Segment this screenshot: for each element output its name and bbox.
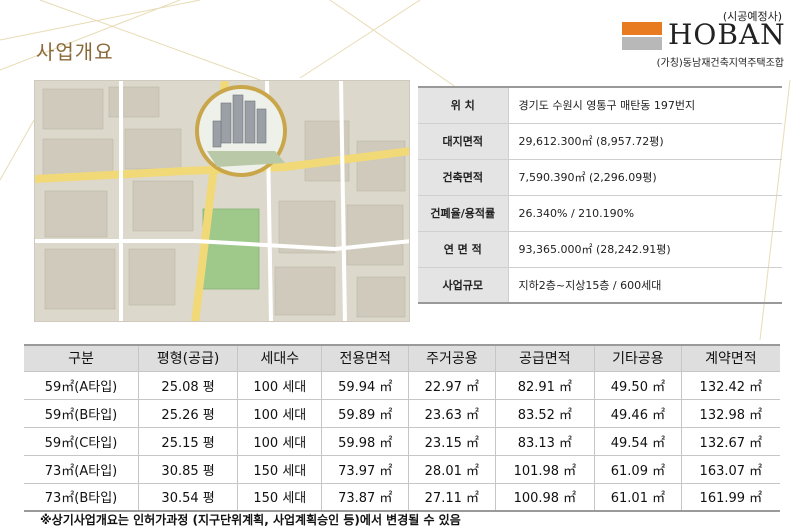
overview-row-location: 위 치 경기도 수원시 영통구 매탄동 197번지	[418, 86, 782, 124]
table-cell: 82.91 ㎡	[495, 371, 596, 400]
overview-value: 29,612.300㎡ (8,957.72평)	[508, 123, 782, 160]
table-cell: 25.26 평	[138, 399, 239, 428]
overview-value: 지하2층~지상15층 / 600세대	[508, 267, 782, 304]
table-cell: 73㎡(A타입)	[24, 455, 139, 484]
overview-row-project-scale: 사업규모 지하2층~지상15층 / 600세대	[418, 267, 782, 304]
overview-label: 연 면 적	[418, 231, 509, 268]
table-cell: 150 세대	[237, 455, 323, 484]
logo-mark-icon	[622, 22, 662, 50]
column-header: 공급면적	[495, 344, 596, 372]
table-cell: 23.63 ㎡	[408, 399, 496, 428]
table-cell: 132.42 ㎡	[681, 371, 780, 400]
page-title: 사업개요	[36, 40, 114, 64]
logo-wordmark: HOBAN	[668, 18, 786, 51]
overview-value: 7,590.390㎡ (2,296.09평)	[508, 159, 782, 196]
table-cell: 49.54 ㎡	[594, 427, 682, 456]
table-cell: 150 세대	[237, 483, 323, 512]
column-header: 계약면적	[681, 344, 780, 372]
table-header-row: 구분 평형(공급) 세대수 전용면적 주거공용 공급면적 기타공용 계약면적	[24, 344, 780, 372]
table-cell: 59㎡(B타입)	[24, 399, 139, 428]
table-cell: 100 세대	[237, 371, 323, 400]
table-row: 59㎡(A타입) 25.08 평 100 세대 59.94 ㎡ 22.97 ㎡ …	[24, 371, 780, 400]
table-cell: 73.87 ㎡	[321, 483, 410, 512]
map-image	[35, 81, 409, 321]
table-row: 73㎡(B타입) 30.54 평 150 세대 73.87 ㎡ 27.11 ㎡ …	[24, 483, 780, 512]
company-logo: (시공예정사) HOBAN (가칭)동남재건축지역주택조합	[616, 6, 788, 69]
table-cell: 59.94 ㎡	[321, 371, 410, 400]
table-cell: 25.08 평	[138, 371, 239, 400]
table-cell: 61.09 ㎡	[594, 455, 682, 484]
table-cell: 28.01 ㎡	[408, 455, 496, 484]
table-cell: 61.01 ㎡	[594, 483, 682, 512]
column-header: 주거공용	[408, 344, 496, 372]
table-cell: 59.98 ㎡	[321, 427, 410, 456]
table-cell: 59.89 ㎡	[321, 399, 410, 428]
table-cell: 23.15 ㎡	[408, 427, 496, 456]
column-header: 전용면적	[321, 344, 410, 372]
table-cell: 22.97 ㎡	[408, 371, 496, 400]
table-cell: 49.50 ㎡	[594, 371, 682, 400]
project-overview-table: 위 치 경기도 수원시 영통구 매탄동 197번지 대지면적 29,612.30…	[418, 86, 782, 304]
table-cell: 73㎡(B타입)	[24, 483, 139, 512]
table-cell: 25.15 평	[138, 427, 239, 456]
table-cell: 73.97 ㎡	[321, 455, 410, 484]
column-header: 평형(공급)	[138, 344, 239, 372]
overview-label: 사업규모	[418, 267, 509, 304]
overview-label: 대지면적	[418, 123, 509, 160]
overview-row-coverage-ratio: 건폐율/용적률 26.340% / 210.190%	[418, 195, 782, 232]
table-cell: 163.07 ㎡	[681, 455, 780, 484]
table-cell: 59㎡(A타입)	[24, 371, 139, 400]
unit-type-table: 구분 평형(공급) 세대수 전용면적 주거공용 공급면적 기타공용 계약면적 5…	[24, 344, 780, 512]
table-cell: 132.98 ㎡	[681, 399, 780, 428]
overview-row-building-area: 건축면적 7,590.390㎡ (2,296.09평)	[418, 159, 782, 196]
table-cell: 59㎡(C타입)	[24, 427, 139, 456]
table-cell: 83.13 ㎡	[495, 427, 596, 456]
table-cell: 100 세대	[237, 399, 323, 428]
footnote: ※상기사업개요는 인허가과정 (지구단위계획, 사업계획승인 등)에서 변경될 …	[40, 513, 461, 526]
column-header: 세대수	[237, 344, 323, 372]
overview-value: 26.340% / 210.190%	[508, 195, 782, 232]
table-cell: 101.98 ㎡	[495, 455, 596, 484]
table-cell: 30.85 평	[138, 455, 239, 484]
table-cell: 30.54 평	[138, 483, 239, 512]
location-map	[34, 80, 410, 322]
table-cell: 100.98 ㎡	[495, 483, 596, 512]
overview-label: 건폐율/용적률	[418, 195, 509, 232]
table-cell: 161.99 ㎡	[681, 483, 780, 512]
table-row: 73㎡(A타입) 30.85 평 150 세대 73.97 ㎡ 28.01 ㎡ …	[24, 455, 780, 484]
table-cell: 100 세대	[237, 427, 323, 456]
column-header: 구분	[24, 344, 139, 372]
overview-value: 경기도 수원시 영통구 매탄동 197번지	[508, 86, 782, 124]
table-row: 59㎡(C타입) 25.15 평 100 세대 59.98 ㎡ 23.15 ㎡ …	[24, 427, 780, 456]
table-cell: 132.67 ㎡	[681, 427, 780, 456]
logo-caption: (가칭)동남재건축지역주택조합	[656, 58, 784, 69]
table-cell: 49.46 ㎡	[594, 399, 682, 428]
column-header: 기타공용	[594, 344, 682, 372]
overview-label: 건축면적	[418, 159, 509, 196]
table-row: 59㎡(B타입) 25.26 평 100 세대 59.89 ㎡ 23.63 ㎡ …	[24, 399, 780, 428]
overview-value: 93,365.000㎡ (28,242.91평)	[508, 231, 782, 268]
overview-label: 위 치	[418, 86, 509, 124]
overview-row-gross-floor-area: 연 면 적 93,365.000㎡ (28,242.91평)	[418, 231, 782, 268]
table-cell: 83.52 ㎡	[495, 399, 596, 428]
overview-row-site-area: 대지면적 29,612.300㎡ (8,957.72평)	[418, 123, 782, 160]
table-cell: 27.11 ㎡	[408, 483, 496, 512]
